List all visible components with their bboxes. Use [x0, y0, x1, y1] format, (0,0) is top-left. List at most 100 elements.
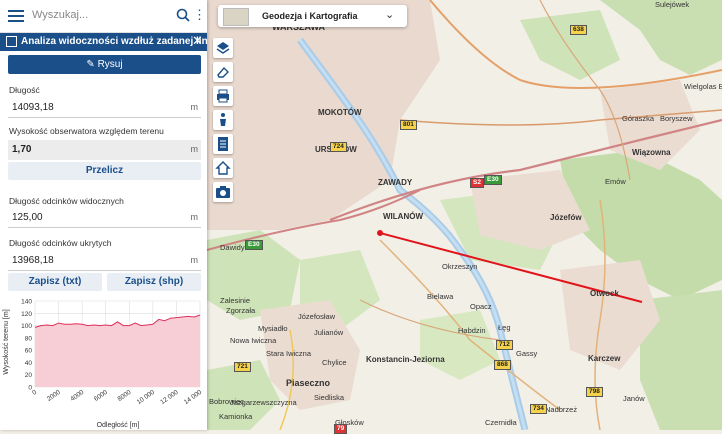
basemap-thumbnail — [223, 8, 249, 26]
x-tick-label: 6000 — [93, 389, 109, 403]
y-tick-label: 60 — [25, 348, 33, 355]
home-button[interactable] — [213, 158, 233, 178]
place-label: Wielgolas B — [684, 82, 722, 91]
hidden-segments-label: Długość odcinków ukrytych — [9, 238, 112, 248]
place-label: Józefów — [550, 213, 582, 222]
road-shield: E30 — [484, 175, 502, 185]
x-tick-label: 8000 — [117, 389, 133, 403]
road-shield: S2 — [470, 178, 484, 188]
place-label: Opacz — [470, 302, 492, 311]
place-label: Konstancin-Jeziorna — [366, 355, 445, 364]
visible-segments-label: Długość odcinków widocznych — [9, 196, 124, 206]
eraser-button[interactable] — [213, 62, 233, 82]
draw-button-label: Rysuj — [97, 59, 123, 70]
basemap-selector[interactable]: Geodezja i Kartografia ⌄ — [218, 5, 407, 27]
place-label: Chylice — [322, 358, 347, 367]
place-label: Dawidy — [220, 243, 245, 252]
chevron-down-icon: ⌄ — [385, 9, 395, 21]
print-button[interactable] — [213, 86, 233, 106]
analysis-panel: Wyszukaj... ⋮ Analiza widoczności wzdłuż… — [0, 0, 207, 430]
road-shield: 712 — [496, 340, 513, 350]
place-label: Nowa Iwiczna — [230, 336, 277, 345]
y-tick-label: 100 — [21, 323, 32, 330]
panel-title: Analiza widoczności wzdłuż zadanej linii — [21, 36, 207, 47]
chart-icon — [6, 36, 17, 47]
elevation-profile-chart: 0204060801001201400 2000 4000 6000 8000 10 00… — [3, 299, 204, 430]
y-axis-label: Wysokość terenu [m] — [3, 309, 10, 374]
place-label: Karczew — [588, 354, 621, 363]
y-tick-label: 140 — [21, 299, 32, 306]
place-label: Sulejówek — [655, 0, 690, 9]
more-options-icon[interactable]: ⋮ — [193, 8, 206, 22]
draw-button[interactable]: ✎ Rysuj — [8, 55, 201, 74]
road-shield: 801 — [400, 120, 417, 130]
y-tick-label: 120 — [21, 311, 32, 318]
x-tick-label: 2000 — [46, 389, 62, 403]
observer-height-unit: m — [190, 144, 199, 154]
place-label: Okrzeszyn — [442, 262, 478, 271]
place-label: Habdzin — [458, 326, 486, 335]
place-label: Stara Iwiczna — [266, 349, 312, 358]
place-label: Zalesinie — [220, 296, 251, 305]
place-label: Gassy — [516, 349, 538, 358]
x-tick-label: 12 000 — [159, 389, 180, 406]
x-tick-label: 14 000 — [183, 389, 204, 406]
y-tick-label: 20 — [25, 372, 33, 379]
place-label: Siedliska — [314, 393, 345, 402]
search-icon[interactable] — [176, 8, 190, 22]
place-label: Boryszew — [660, 114, 693, 123]
place-label: Łęg — [498, 323, 511, 332]
printer-icon — [217, 89, 229, 103]
place-label: WILANÓW — [383, 212, 423, 221]
close-icon[interactable]: ✕ — [192, 34, 203, 48]
place-label: Piaseczno — [286, 378, 331, 388]
x-axis-label: Odległość [m] — [97, 422, 140, 429]
home-icon — [215, 161, 231, 175]
hamburger-menu-icon[interactable] — [8, 8, 24, 24]
visible-segments-value: 125,00 — [12, 212, 43, 223]
y-tick-label: 80 — [25, 335, 33, 342]
place-label: Kamionka — [219, 412, 253, 421]
visible-segments-unit: m — [190, 212, 199, 222]
panel-header: Analiza widoczności wzdłuż zadanej linii… — [0, 33, 207, 51]
street-view-button[interactable] — [213, 110, 233, 130]
length-value: 14093,18 — [12, 102, 54, 113]
place-label: Bielawa — [427, 292, 454, 301]
road-shield: 798 — [586, 387, 603, 397]
visible-segments-field: 125,00 m — [8, 208, 201, 228]
place-label: Emów — [605, 177, 626, 186]
recalculate-button[interactable]: Przelicz — [8, 162, 201, 180]
road-shield: 638 — [570, 25, 587, 35]
save-txt-button[interactable]: Zapisz (txt) — [8, 273, 102, 291]
road-shield: 734 — [530, 404, 547, 414]
hidden-segments-unit: m — [190, 255, 199, 265]
place-label: Czernidła — [485, 418, 517, 427]
place-label: MOKOTÓW — [318, 108, 362, 117]
place-label: Nadbrzeż — [545, 405, 578, 414]
place-label: Wiązowna — [632, 148, 671, 157]
length-label: Długość — [9, 85, 40, 95]
layers-icon — [216, 42, 230, 54]
search-input[interactable]: Wyszukaj... — [32, 9, 88, 21]
document-icon — [218, 137, 228, 151]
save-shp-button[interactable]: Zapisz (shp) — [107, 273, 201, 291]
observer-height-label: Wysokość obserwatora względem terenu — [9, 126, 164, 136]
length-field: 14093,18 m — [8, 98, 201, 118]
observer-height-input[interactable]: 1,70 m — [8, 140, 201, 160]
documents-button[interactable] — [213, 134, 233, 154]
pencil-icon: ✎ — [86, 59, 95, 70]
eraser-icon — [217, 66, 229, 78]
road-shield: 79 — [334, 424, 348, 434]
layers-button[interactable] — [213, 38, 233, 58]
profile-area — [35, 315, 200, 387]
place-label: ZAWADY — [378, 178, 413, 187]
place-label: Janów — [623, 394, 645, 403]
y-tick-label: 40 — [25, 360, 33, 367]
place-label: Julianów — [314, 328, 344, 337]
camera-button[interactable] — [213, 182, 233, 202]
place-label: Góraszka — [622, 114, 655, 123]
road-shield: 721 — [234, 362, 251, 372]
search-bar: Wyszukaj... ⋮ — [0, 0, 207, 33]
place-label: Otwock — [590, 289, 619, 298]
person-icon — [220, 113, 226, 126]
